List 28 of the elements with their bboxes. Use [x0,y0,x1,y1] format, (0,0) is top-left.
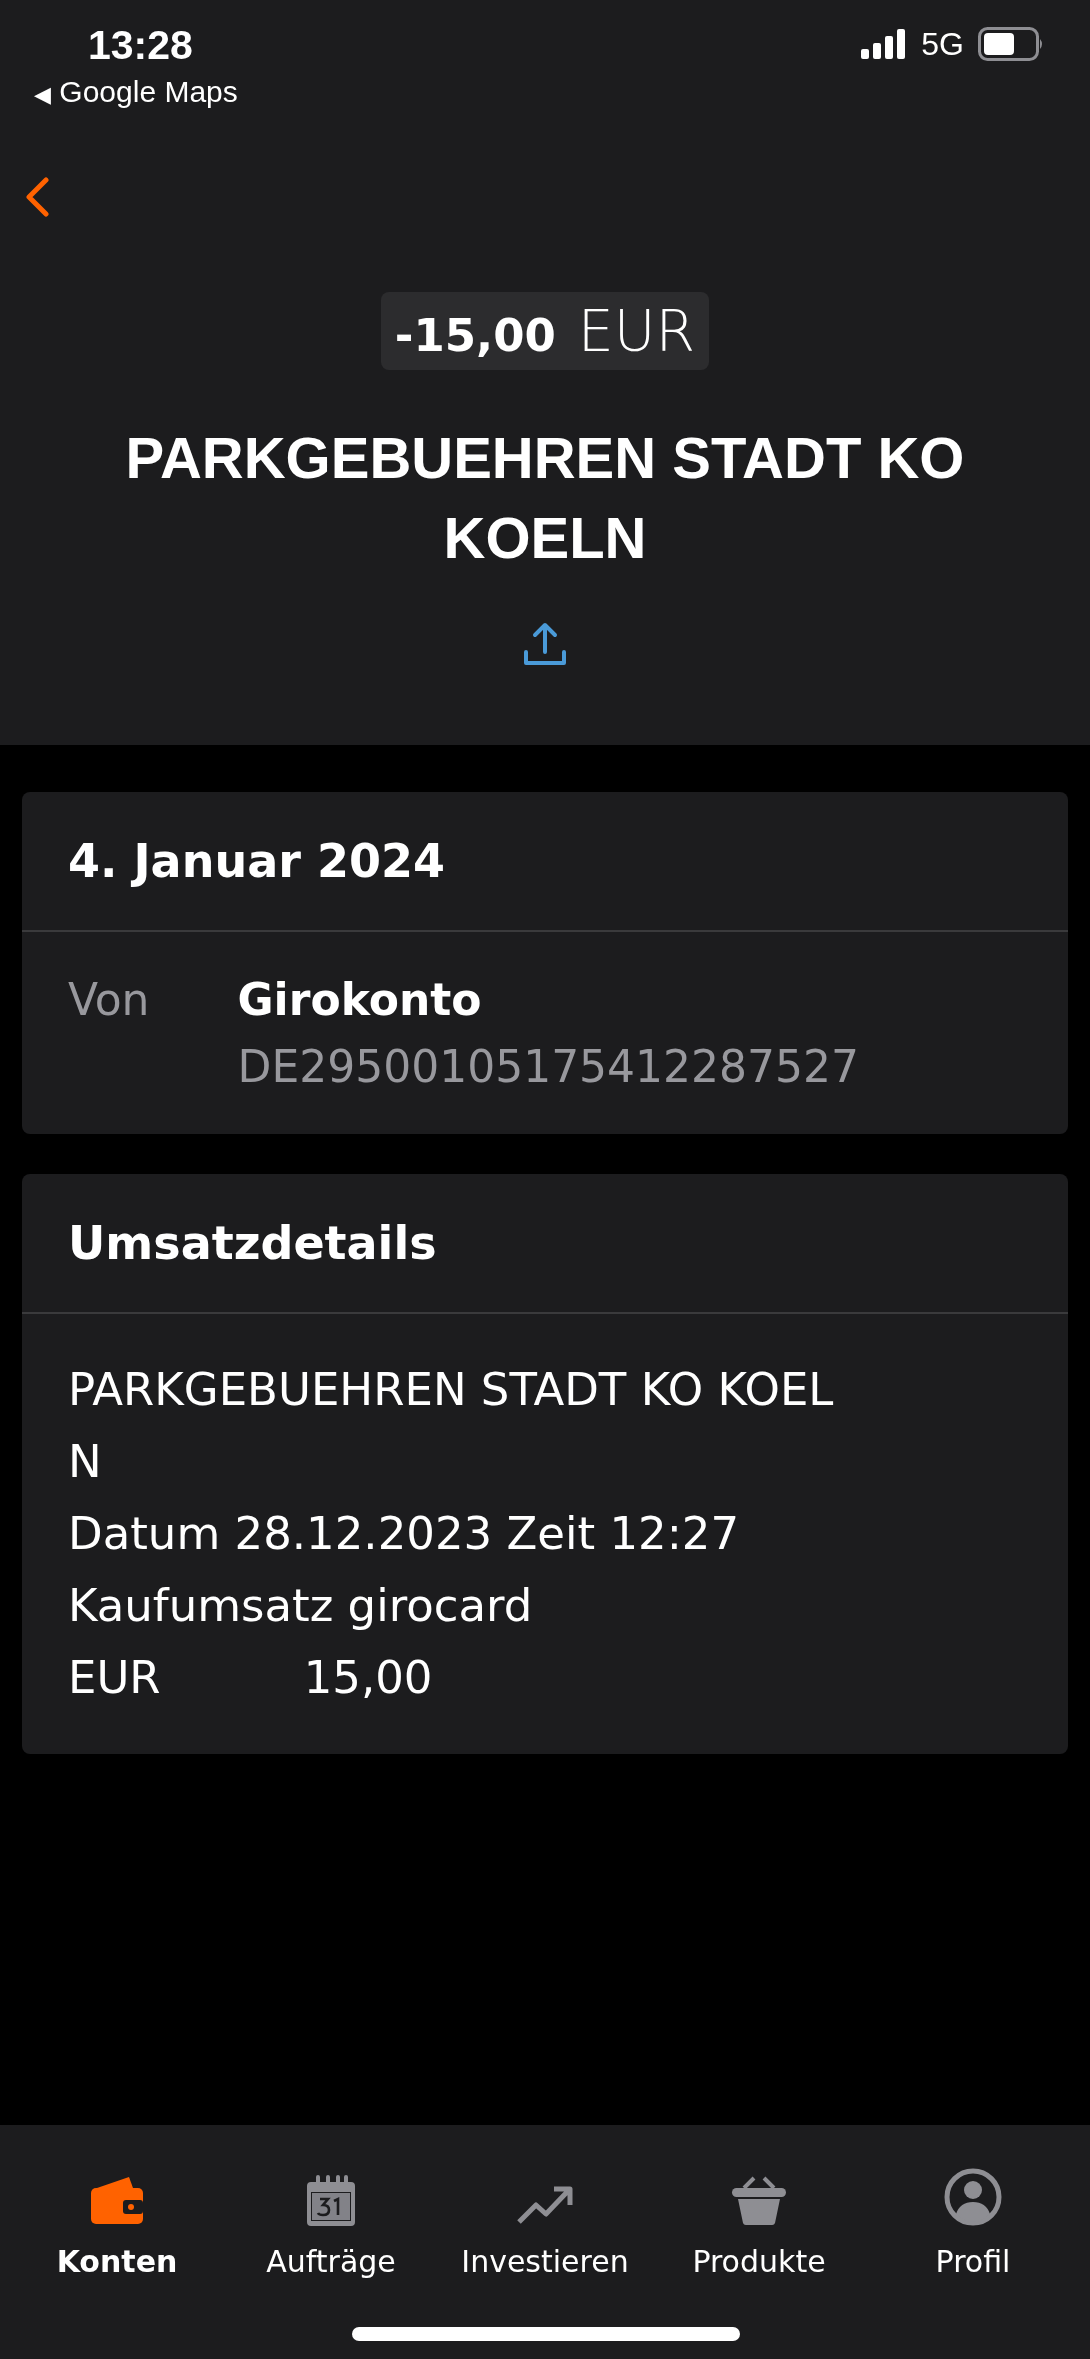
status-time: 13:28 [88,22,193,69]
detail-line: N [68,1434,103,1490]
booking-date: 4. Januar 2024 [68,834,445,888]
detail-line: Kaufumsatz girocard [68,1578,534,1634]
detail-line: PARKGEBUEHREN STADT KO KOEL [68,1362,835,1418]
nav-tab[interactable]: Aufträge [231,2149,431,2279]
trend-arrow-icon [516,2184,574,2226]
wallet-icon [89,2176,145,2226]
from-label: Von [68,974,150,1027]
share-icon[interactable] [523,622,567,666]
nav-tab[interactable]: Profil [873,2149,1073,2279]
back-to-app-link[interactable]: ◀ Google Maps [34,75,238,109]
iban-text: DE29500105175412287527 [237,1041,860,1092]
detail-line: EUR 15,00 [68,1650,434,1706]
nav-tab[interactable]: Konten [17,2149,217,2279]
account-name: Girokonto [237,974,483,1025]
amount-badge: -15,00 EUR [380,292,710,370]
nav-tab[interactable]: Produkte [659,2149,859,2279]
nav-tab[interactable]: Investieren [445,2149,645,2279]
details-title: Umsatzdetails [68,1216,437,1270]
network-label: 5G [921,25,964,63]
profile-icon [944,2168,1002,2226]
calendar-icon [306,2174,356,2226]
detail-line: Datum 28.12.2023 Zeit 12:27 [68,1506,741,1562]
basket-icon [730,2176,788,2226]
signal-icon [861,29,908,59]
battery-icon [978,27,1044,61]
transaction-title: PARKGEBUEHREN STADT KO KOELN [124,424,966,572]
